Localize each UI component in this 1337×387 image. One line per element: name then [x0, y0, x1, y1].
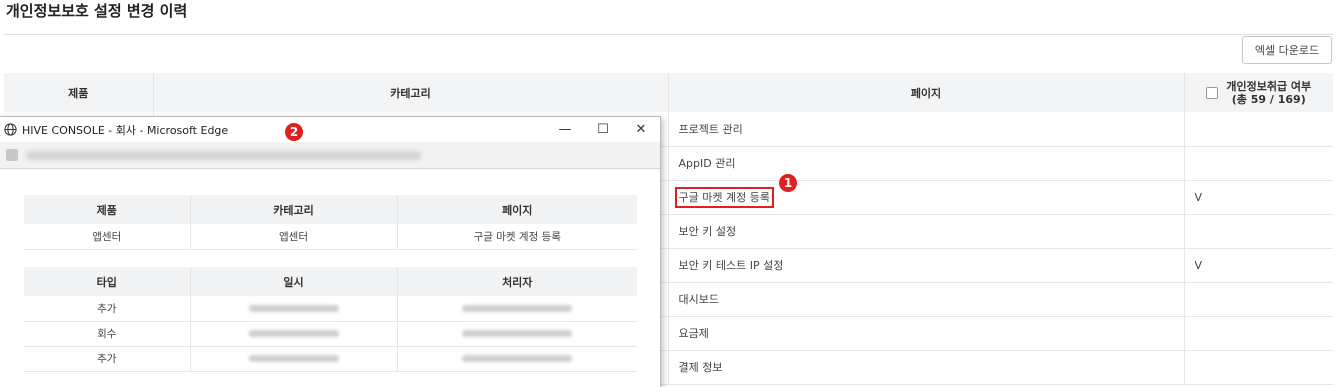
page-cell: 프로젝트 관리 [667, 112, 1184, 147]
col-header-product: 제품 [4, 73, 153, 112]
history-header-type: 타입 [24, 267, 190, 296]
info-page: 구글 마켓 계정 등록 [396, 224, 637, 250]
privacy-cell [1183, 146, 1333, 181]
history-header-date: 일시 [189, 267, 397, 296]
detail-popup-window: HIVE CONSOLE - 회사 - Microsoft Edge — ☐ ✕… [0, 116, 661, 387]
step-badge-2: 2 [284, 122, 304, 142]
privacy-cell [1183, 112, 1333, 147]
title-divider [4, 34, 1333, 35]
info-category: 앱센터 [189, 224, 397, 250]
privacy-cell [1183, 350, 1333, 385]
col-header-privacy: 개인정보취급 여부 (총 59 / 169) [1183, 73, 1333, 112]
privacy-count: (총 59 / 169) [1231, 92, 1306, 106]
maximize-icon[interactable]: ☐ [584, 117, 622, 142]
privacy-header-label: 개인정보취급 여부 [1226, 79, 1312, 93]
privacy-cell: V [1183, 180, 1333, 215]
privacy-cell [1183, 316, 1333, 351]
info-header-page: 페이지 [396, 195, 637, 224]
history-row: 추가 [24, 346, 637, 372]
blurred-url [26, 150, 421, 160]
page-cell[interactable]: 구글 마켓 계정 등록 [667, 180, 1184, 215]
info-product: 앱센터 [24, 224, 190, 250]
page-link-google-market[interactable]: 구글 마켓 계정 등록 [674, 187, 774, 208]
history-date-blurred [189, 296, 397, 322]
history-handler-blurred [396, 296, 637, 322]
history-date-blurred [189, 321, 397, 347]
history-row: 회수 [24, 321, 637, 347]
info-header-category: 카테고리 [189, 195, 397, 224]
window-titlebar[interactable]: HIVE CONSOLE - 회사 - Microsoft Edge — ☐ ✕ [0, 117, 660, 142]
page-cell: 요금제 [667, 316, 1184, 351]
page-cell: 대시보드 [667, 282, 1184, 317]
history-handler-blurred [396, 346, 637, 372]
page-cell: 보안 키 테스트 IP 설정 [667, 248, 1184, 283]
history-handler-blurred [396, 321, 637, 347]
col-header-page: 페이지 [667, 73, 1184, 112]
step-badge-1: 1 [778, 173, 798, 193]
minimize-icon[interactable]: — [546, 117, 584, 142]
page-title: 개인정보보호 설정 변경 이력 [6, 2, 188, 20]
page-cell: 보안 키 설정 [667, 214, 1184, 249]
history-type: 추가 [24, 346, 190, 372]
info-row: 앱센터 앱센터 구글 마켓 계정 등록 [24, 224, 637, 250]
info-header-product: 제품 [24, 195, 190, 224]
page-cell: 결제 정보 [667, 350, 1184, 385]
window-title: HIVE CONSOLE - 회사 - Microsoft Edge [22, 123, 229, 137]
excel-download-button[interactable]: 엑셀 다운로드 [1242, 36, 1332, 64]
privacy-cell [1183, 214, 1333, 249]
privacy-cell [1183, 282, 1333, 317]
history-type: 회수 [24, 321, 190, 347]
address-bar[interactable] [0, 142, 660, 169]
info-table: 제품 카테고리 페이지 앱센터 앱센터 구글 마켓 계정 등록 [24, 195, 637, 250]
history-table: 타입 일시 처리자 추가 회수 추가 [24, 267, 637, 372]
globe-icon [4, 123, 17, 136]
close-icon[interactable]: ✕ [622, 117, 660, 142]
privacy-cell: V [1183, 248, 1333, 283]
history-type: 추가 [24, 296, 190, 322]
history-row: 추가 [24, 296, 637, 322]
page-cell: AppID 관리 [667, 146, 1184, 181]
page-info-icon[interactable] [6, 149, 18, 161]
col-header-category: 카테고리 [152, 73, 668, 112]
history-date-blurred [189, 346, 397, 372]
select-all-checkbox[interactable] [1206, 86, 1219, 99]
history-header-handler: 처리자 [396, 267, 637, 296]
